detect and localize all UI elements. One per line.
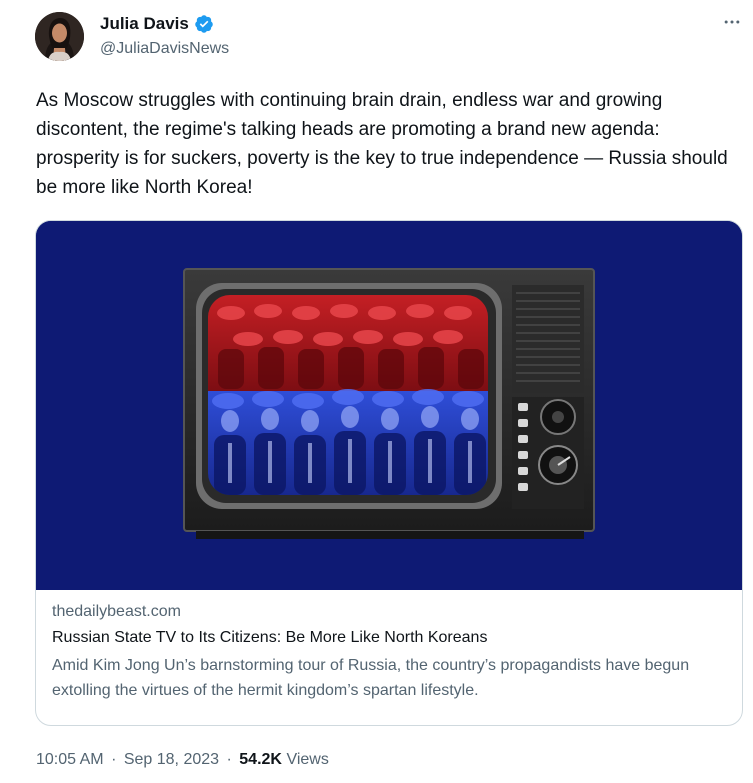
views-count[interactable]: 54.2K xyxy=(239,751,282,768)
card-meta: thedailybeast.com Russian State TV to It… xyxy=(52,599,732,703)
author-handle[interactable]: @JuliaDavisNews xyxy=(100,39,229,59)
separator: · xyxy=(226,751,232,768)
separator: · xyxy=(111,751,117,768)
avatar[interactable] xyxy=(35,12,84,61)
author-name-row: Julia Davis xyxy=(100,13,214,35)
tweet-metadata: 10:05 AM · Sep 18, 2023 · 54.2K Views xyxy=(36,749,329,771)
views-label: Views xyxy=(286,751,329,768)
tweet: Julia Davis @JuliaDavisNews As Moscow st… xyxy=(0,0,753,783)
verified-badge-icon xyxy=(194,14,214,34)
card-title[interactable]: Russian State TV to Its Citizens: Be Mor… xyxy=(52,627,732,649)
card-description: Amid Kim Jong Un’s barnstorming tour of … xyxy=(52,657,690,699)
card-domain: thedailybeast.com xyxy=(52,603,181,620)
author-name[interactable]: Julia Davis xyxy=(100,13,189,35)
link-card[interactable]: thedailybeast.com Russian State TV to It… xyxy=(35,220,743,726)
more-horizontal-icon[interactable] xyxy=(719,12,745,32)
tweet-date[interactable]: Sep 18, 2023 xyxy=(124,751,219,768)
tweet-text: As Moscow struggles with continuing brai… xyxy=(36,90,728,198)
card-image[interactable] xyxy=(36,221,742,590)
tweet-time[interactable]: 10:05 AM xyxy=(36,751,104,768)
